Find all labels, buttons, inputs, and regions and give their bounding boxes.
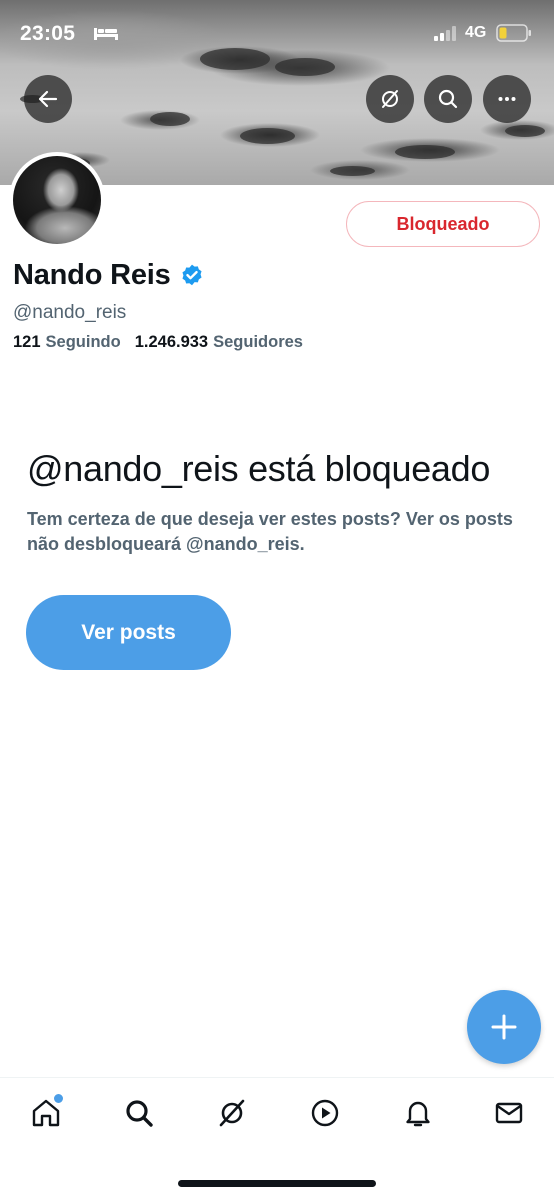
followers-label: Seguidores bbox=[213, 333, 303, 351]
follow-stats: 121 Seguindo 1.246.933 Seguidores bbox=[13, 333, 303, 352]
nav-search[interactable] bbox=[119, 1093, 159, 1133]
blocked-notice-title: @nando_reis está bloqueado bbox=[27, 448, 491, 489]
nav-messages[interactable] bbox=[489, 1093, 529, 1133]
nav-grok[interactable] bbox=[212, 1093, 252, 1133]
profile-handle: @nando_reis bbox=[13, 302, 127, 323]
nav-video[interactable] bbox=[305, 1093, 345, 1133]
search-icon bbox=[126, 1100, 153, 1127]
grok-button[interactable] bbox=[366, 75, 414, 123]
bell-icon bbox=[406, 1101, 430, 1127]
back-button[interactable] bbox=[24, 75, 72, 123]
play-icon bbox=[311, 1099, 339, 1127]
followers-link[interactable]: 1.246.933 Seguidores bbox=[135, 333, 303, 352]
grok-icon bbox=[382, 90, 398, 108]
following-count: 121 bbox=[13, 333, 41, 351]
grok-icon bbox=[219, 1099, 245, 1127]
search-icon bbox=[438, 89, 458, 109]
avatar[interactable] bbox=[9, 152, 105, 248]
verified-badge-icon[interactable] bbox=[179, 263, 205, 289]
battery-icon bbox=[496, 24, 531, 42]
more-button[interactable] bbox=[483, 75, 531, 123]
back-arrow-icon bbox=[38, 90, 58, 108]
home-indicator[interactable] bbox=[178, 1180, 376, 1187]
blocked-notice-description: Tem certeza de que deseja ver estes post… bbox=[27, 509, 513, 554]
profile-name-row: Nando Reis bbox=[13, 259, 205, 292]
network-type: 4G bbox=[465, 24, 487, 41]
view-posts-button[interactable]: Ver posts bbox=[26, 595, 231, 670]
signal-icon bbox=[434, 26, 456, 41]
following-link[interactable]: 121 Seguindo bbox=[13, 333, 121, 352]
display-name: Nando Reis bbox=[13, 259, 171, 291]
nav-home[interactable] bbox=[26, 1093, 66, 1133]
nav-notifications[interactable] bbox=[398, 1093, 438, 1133]
following-label: Seguindo bbox=[45, 333, 121, 351]
status-time: 23:05 bbox=[20, 22, 76, 45]
search-button[interactable] bbox=[424, 75, 472, 123]
plus-icon bbox=[491, 1014, 517, 1040]
mail-icon bbox=[495, 1102, 523, 1124]
avatar-image bbox=[13, 156, 101, 244]
followers-count: 1.246.933 bbox=[134, 333, 209, 351]
sleep-bed-icon bbox=[94, 28, 118, 40]
more-icon bbox=[498, 97, 516, 101]
compose-post-button[interactable] bbox=[467, 990, 541, 1064]
home-notification-dot bbox=[53, 1093, 64, 1104]
blocked-button[interactable]: Bloqueado bbox=[346, 201, 540, 247]
